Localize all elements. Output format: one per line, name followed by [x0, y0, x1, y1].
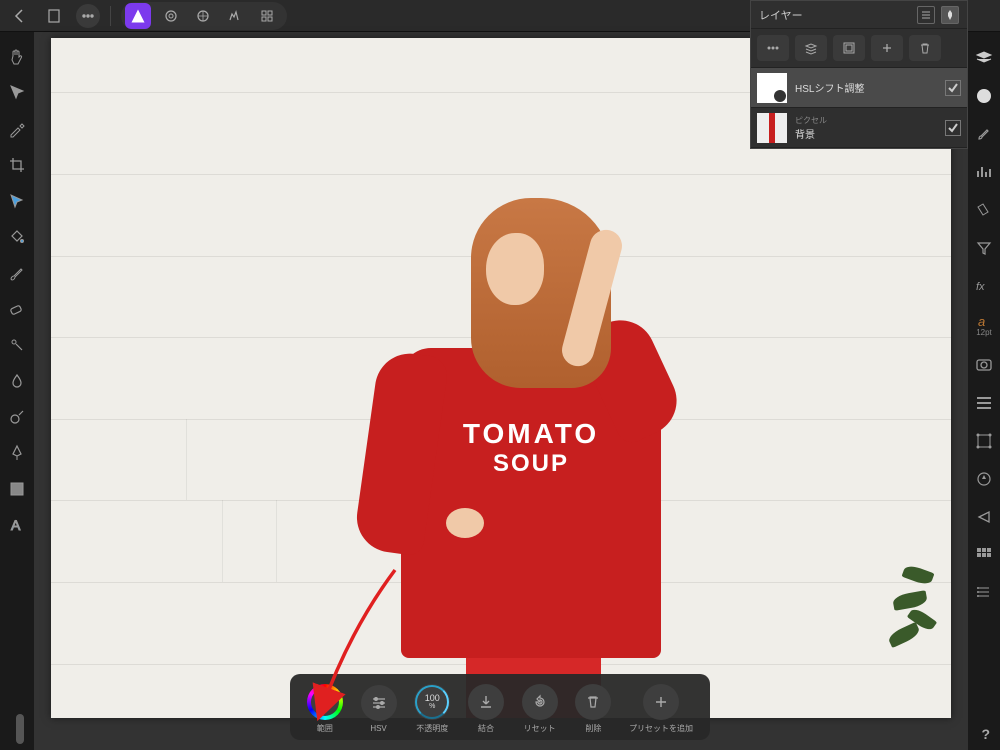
- more-icon[interactable]: [76, 4, 100, 28]
- shape-tool-icon[interactable]: [6, 478, 28, 500]
- studio-macros-icon[interactable]: [974, 583, 994, 603]
- adj-preset-button[interactable]: プリセットを追加: [629, 684, 693, 734]
- develop-persona-icon[interactable]: [191, 4, 215, 28]
- preset-icon: [643, 684, 679, 720]
- studio-histogram-icon[interactable]: [974, 162, 994, 182]
- svg-text:a: a: [978, 314, 985, 328]
- layer-stack-icon[interactable]: [795, 35, 827, 61]
- delete-icon: [575, 684, 611, 720]
- export-persona-icon[interactable]: [255, 4, 279, 28]
- studio-adjust-icon[interactable]: [974, 200, 994, 220]
- merge-icon: [468, 684, 504, 720]
- right-sidebar: fx a 12pt: [968, 32, 1000, 750]
- studio-filter-icon[interactable]: [974, 238, 994, 258]
- clone-tool-icon[interactable]: [6, 334, 28, 356]
- help-button[interactable]: ?: [981, 726, 990, 742]
- app-logo-icon: [125, 3, 151, 29]
- layer-row[interactable]: ピクセル 背景: [751, 108, 967, 148]
- tone-map-persona-icon[interactable]: [223, 4, 247, 28]
- layers-panel: レイヤー HSLシフト調整 ピクセル 背景: [750, 0, 968, 149]
- reset-icon: [522, 684, 558, 720]
- adj-label: 不透明度: [416, 723, 448, 734]
- studio-transform-icon[interactable]: [974, 431, 994, 451]
- brush-tool-icon[interactable]: [6, 262, 28, 284]
- smudge-tool-icon[interactable]: [6, 370, 28, 392]
- selection-tool-icon[interactable]: [6, 190, 28, 212]
- adj-opacity-button[interactable]: 100% 不透明度: [414, 684, 450, 734]
- hsv-icon: [361, 685, 397, 721]
- layers-pin-icon[interactable]: [941, 6, 959, 24]
- text-tool-icon[interactable]: A: [6, 514, 28, 536]
- layer-thumbnail: [757, 113, 787, 143]
- separator: [110, 6, 111, 26]
- layer-type-label: ピクセル: [795, 115, 937, 126]
- back-icon[interactable]: [8, 4, 32, 28]
- layer-mask-icon[interactable]: [833, 35, 865, 61]
- persona-switcher[interactable]: [121, 2, 287, 30]
- layer-name-label: 背景: [795, 126, 937, 141]
- layer-options-icon[interactable]: [757, 35, 789, 61]
- liquify-persona-icon[interactable]: [159, 4, 183, 28]
- layer-visibility-checkbox[interactable]: [945, 120, 961, 136]
- layers-list-view-icon[interactable]: [917, 6, 935, 24]
- move-tool-icon[interactable]: [6, 82, 28, 104]
- svg-text:fx: fx: [976, 281, 985, 293]
- adjustment-bar: 範囲 HSV 100% 不透明度 結合 リセット 削除 プリセットを追加: [290, 674, 710, 740]
- adj-hsv-button[interactable]: HSV: [361, 685, 397, 733]
- studio-swatches-icon[interactable]: [974, 545, 994, 565]
- adj-label: プリセットを追加: [629, 723, 693, 734]
- opacity-ring-icon: 100%: [414, 684, 450, 720]
- layers-title: レイヤー: [759, 7, 803, 23]
- studio-layers-icon[interactable]: [974, 48, 994, 68]
- hand-tool-icon[interactable]: [6, 46, 28, 68]
- adj-label: リセット: [524, 723, 556, 734]
- studio-navigate-icon[interactable]: [974, 469, 994, 489]
- color-picker-tool-icon[interactable]: [6, 118, 28, 140]
- plant-decoration: [873, 558, 943, 658]
- layer-name-label: HSLシフト調整: [795, 80, 937, 95]
- erase-tool-icon[interactable]: [6, 298, 28, 320]
- adj-label: 結合: [478, 723, 494, 734]
- studio-text-icon[interactable]: a 12pt: [974, 314, 994, 337]
- left-toolbar: A: [0, 32, 34, 750]
- crop-tool-icon[interactable]: [6, 154, 28, 176]
- sweater-text: TOMATO SOUP: [431, 418, 631, 478]
- layers-toolbar: [751, 29, 967, 68]
- studio-channels-icon[interactable]: [974, 393, 994, 413]
- flood-tool-icon[interactable]: [6, 226, 28, 248]
- adj-delete-button[interactable]: 削除: [575, 684, 611, 734]
- person: TOMATO SOUP: [371, 198, 681, 718]
- layer-add-icon[interactable]: [871, 35, 903, 61]
- studio-fx-icon[interactable]: fx: [974, 276, 994, 296]
- svg-text:A: A: [11, 517, 21, 533]
- layer-visibility-checkbox[interactable]: [945, 80, 961, 96]
- scrollbar-thumb[interactable]: [16, 714, 24, 744]
- layer-row[interactable]: HSLシフト調整: [751, 68, 967, 108]
- document-icon[interactable]: [42, 4, 66, 28]
- adj-label: 範囲: [317, 723, 333, 734]
- color-wheel-icon: [307, 684, 343, 720]
- layer-thumbnail: [757, 73, 787, 103]
- adj-label: 削除: [585, 723, 601, 734]
- dodge-tool-icon[interactable]: [6, 406, 28, 428]
- adj-label: HSV: [370, 724, 386, 733]
- layer-delete-icon[interactable]: [909, 35, 941, 61]
- studio-history-icon[interactable]: [974, 507, 994, 527]
- adj-range-button[interactable]: 範囲: [307, 684, 343, 734]
- adj-reset-button[interactable]: リセット: [522, 684, 558, 734]
- studio-stock-icon[interactable]: [974, 355, 994, 375]
- adj-merge-button[interactable]: 結合: [468, 684, 504, 734]
- studio-color-icon[interactable]: [974, 86, 994, 106]
- layers-header: レイヤー: [751, 1, 967, 29]
- studio-brush-icon[interactable]: [974, 124, 994, 144]
- pen-tool-icon[interactable]: [6, 442, 28, 464]
